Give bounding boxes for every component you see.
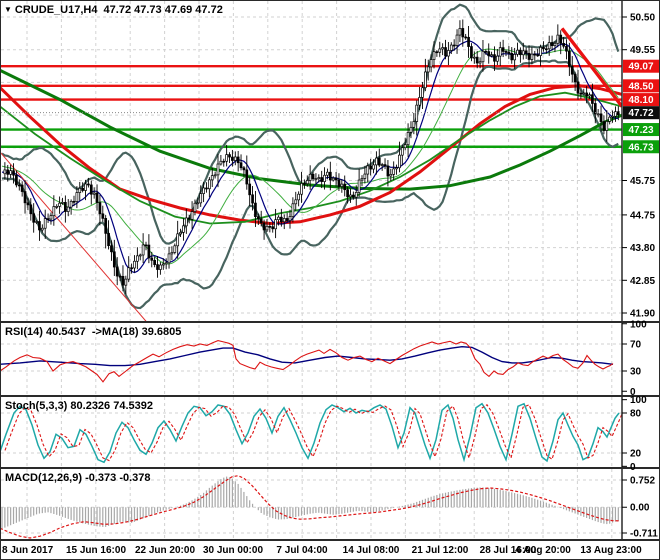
symbol-dropdown-marker: ▼ [4,5,12,14]
axis-tick-label: 43.80 [630,243,655,254]
time-axis[interactable]: 8 Jun 2017 15 Jun 16:00 22 Jun 20:00 30 Jun… [2,545,642,556]
date-label: 7 Jul 04:00 [276,545,328,556]
axis-tick-label: 49.55 [630,45,655,56]
level-badge-47.23-label: 47.23 [628,125,653,136]
axis-tick-label: -0.711 [630,529,658,540]
axis-tick-label: 0.00 [630,503,650,514]
chart-title: CRUDE_U17,H4 47.72 47.73 47.69 47.72 [14,4,223,16]
axis-tick-label: 70 [630,340,642,351]
date-label: 8 Jun 2017 [2,545,54,556]
date-label: 21 Jul 12:00 [412,545,469,556]
chart-title-bar: ▼ CRUDE_U17,H4 47.72 47.73 47.69 47.72 [4,4,223,16]
axis-tick-label: 100 [630,395,647,406]
date-label: 13 Aug 23:00 [580,545,642,556]
axis-tick-label: 45.75 [630,176,655,187]
axis-tick-label: 50.50 [630,13,655,24]
date-label: 30 Jun 00:00 [203,545,263,556]
level-badge-46.73-label: 46.73 [628,142,653,153]
date-label: 15 Jun 16:00 [66,545,126,556]
level-badge-48.10-label: 48.10 [628,95,653,106]
axis-tick-label: 80 [630,409,642,420]
axis-tick-label: 41.90 [630,309,655,320]
axis-tick-label: 20 [630,449,642,460]
axis-tick-label: 44.75 [630,210,655,221]
level-badge-49.07-label: 49.07 [628,62,653,73]
date-label: 4 Aug 20:00 [515,545,571,556]
date-label: 14 Jul 08:00 [343,545,400,556]
rsi-indicator-label: RSI(14) 40.5437 ->MA(18) 39.6805 [5,326,182,338]
stochastic-indicator-label: Stoch(5,3,3) 80.2326 74.5392 [5,400,153,412]
axis-tick-label: 0 [630,462,636,473]
axis-tick-label: 0.752 [630,476,655,487]
macd-indicator-label: MACD(12,26,9) -0.373 -0.378 [5,472,151,484]
mt4-chart-window: 50.50 49.55 45.75 44.75 43.80 42.85 41.90 100 70… [0,0,660,560]
current-price-badge-label: 47.72 [628,108,653,119]
axis-tick-label: 42.85 [630,276,655,287]
axis-tick-label: 30 [630,367,642,378]
level-badge-48.50-label: 48.50 [628,81,653,92]
axis-tick-label: 100 [630,319,647,330]
date-label: 22 Jun 20:00 [135,545,195,556]
